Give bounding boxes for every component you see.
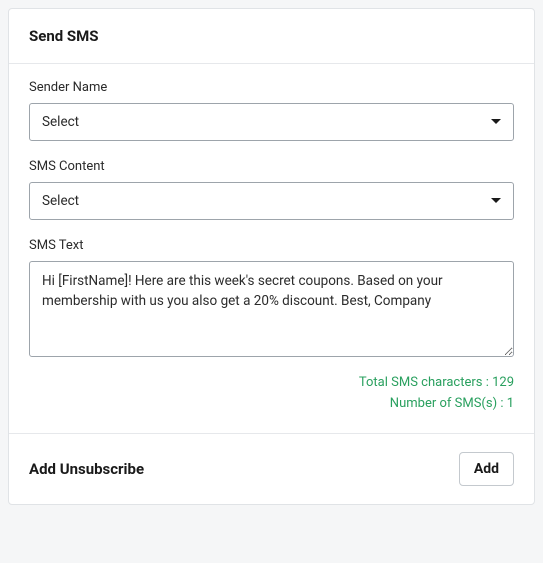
page-title: Send SMS — [29, 27, 514, 45]
card-header: Send SMS — [9, 9, 534, 64]
sms-content-select-wrapper: Select — [29, 182, 514, 220]
sender-name-label: Sender Name — [29, 80, 514, 95]
sms-text-group: SMS Text — [29, 238, 514, 361]
sms-content-group: SMS Content Select — [29, 159, 514, 220]
unsubscribe-title: Add Unsubscribe — [29, 460, 144, 478]
send-sms-card: Send SMS Sender Name Select SMS Content … — [8, 8, 535, 505]
char-count: Total SMS characters : 129 — [29, 373, 514, 394]
card-footer: Add Unsubscribe Add — [9, 433, 534, 504]
sms-content-label: SMS Content — [29, 159, 514, 174]
sms-text-input[interactable] — [29, 261, 514, 357]
sms-text-label: SMS Text — [29, 238, 514, 253]
sms-count: Number of SMS(s) : 1 — [29, 394, 514, 415]
sender-name-select-wrapper: Select — [29, 103, 514, 141]
sender-name-selected-value: Select — [42, 114, 79, 130]
sender-name-group: Sender Name Select — [29, 80, 514, 141]
sms-content-selected-value: Select — [42, 193, 79, 209]
sender-name-select[interactable]: Select — [29, 103, 514, 141]
sms-stats: Total SMS characters : 129 Number of SMS… — [29, 373, 514, 415]
add-button[interactable]: Add — [459, 452, 514, 486]
sms-content-select[interactable]: Select — [29, 182, 514, 220]
card-body: Sender Name Select SMS Content Select — [9, 64, 534, 433]
